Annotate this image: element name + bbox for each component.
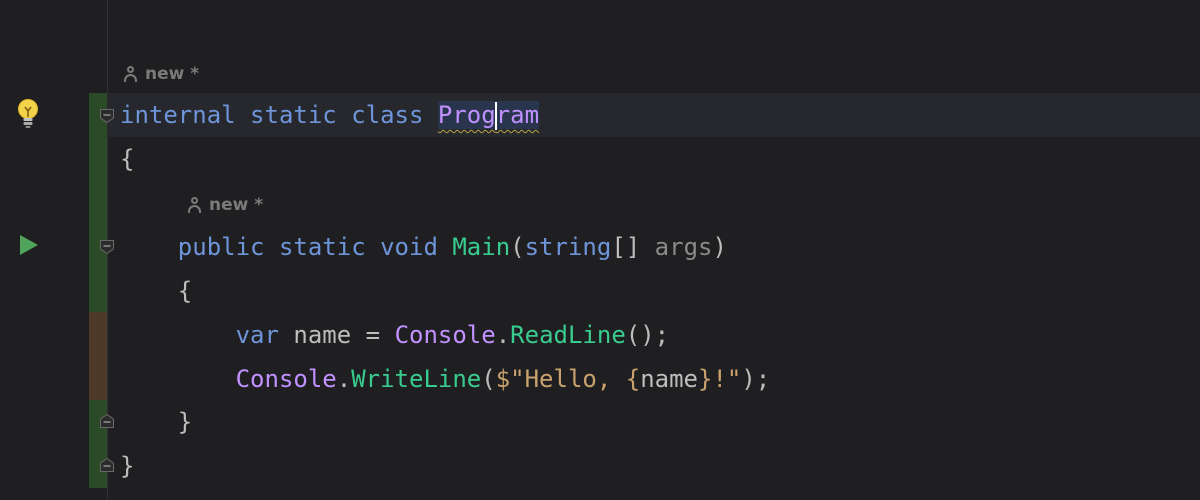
author-label: new * (209, 195, 264, 215)
punctuation: ); (741, 365, 771, 393)
code-line[interactable]: } (0, 444, 1200, 488)
code-line[interactable]: { (0, 137, 1200, 181)
brace: { (120, 145, 135, 173)
class-reference: Console (235, 365, 337, 393)
interpolation-brace: { (625, 365, 641, 393)
string-literal: !" (712, 365, 742, 393)
author-label: new * (145, 64, 200, 84)
keyword: static (278, 233, 366, 261)
keyword: var (235, 321, 279, 349)
class-name-part: ram (495, 101, 540, 129)
brace: { (177, 277, 193, 305)
class-name-part: Prog (437, 101, 496, 129)
method-call: WriteLine (351, 365, 482, 393)
code-line[interactable]: Console.WriteLine($"Hello, {name}!"); (0, 357, 1200, 401)
keyword: public (177, 233, 265, 261)
class-reference: Console (394, 321, 496, 349)
punctuation: ( (481, 365, 496, 393)
punctuation: (); (625, 321, 670, 349)
punctuation: ( (510, 233, 525, 261)
keyword: internal (120, 101, 236, 129)
keyword: static (250, 101, 337, 129)
person-icon (123, 66, 138, 82)
string-literal: $"Hello, (495, 365, 626, 393)
parameter: args (654, 233, 713, 261)
code-editor[interactable]: new * new * internal static class Progra… (0, 0, 1200, 500)
operator: = (365, 321, 381, 349)
keyword: void (380, 233, 438, 261)
interpolation-brace: } (698, 365, 713, 393)
code-line[interactable]: { (0, 269, 1200, 313)
code-line[interactable]: } (0, 400, 1200, 444)
code-vision-author-hint[interactable]: new * (187, 190, 263, 220)
code-line[interactable]: internal static class Program (0, 93, 1200, 137)
keyword: class (351, 101, 424, 129)
code-line[interactable]: public static void Main(string[] args) (0, 225, 1200, 269)
punctuation: . (495, 321, 511, 349)
code-vision-author-hint[interactable]: new * (123, 59, 199, 89)
method-call: ReadLine (510, 321, 626, 349)
punctuation: . (336, 365, 352, 393)
interpolated-variable: name (640, 365, 698, 393)
method-name: Main (452, 233, 511, 261)
person-icon (187, 197, 202, 213)
code-line[interactable]: var name = Console.ReadLine(); (0, 313, 1200, 357)
keyword: string (524, 233, 612, 261)
brace: } (177, 408, 193, 436)
identifier: name (293, 321, 352, 349)
punctuation: [] (611, 233, 641, 261)
brace: } (120, 452, 135, 480)
punctuation: ) (712, 233, 727, 261)
class-name[interactable]: Program (437, 101, 540, 130)
